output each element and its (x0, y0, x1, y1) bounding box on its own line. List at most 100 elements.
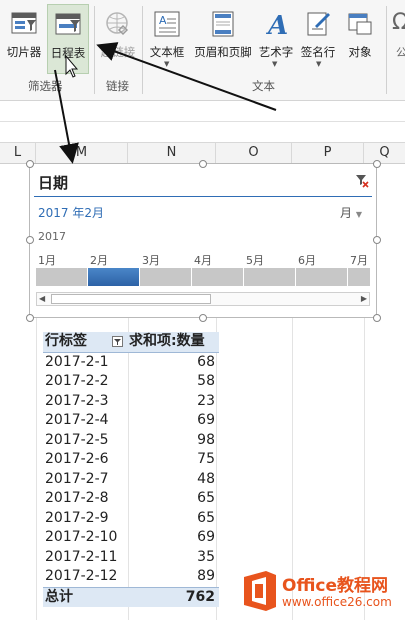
row-date: 2017-2-7 (45, 470, 109, 487)
table-row[interactable]: 2017-2-8 65 (43, 489, 219, 509)
timeline-slicer[interactable]: 日期 2017 年2月 月 ▼ 2017 1月 2月 3月 4月 5月 6月 7… (29, 163, 377, 318)
resize-handle[interactable] (26, 160, 34, 168)
row-date: 2017-2-9 (45, 509, 109, 526)
month-label: 5月 (246, 254, 264, 267)
header-footer-icon (212, 11, 234, 37)
scroll-right-icon[interactable]: ▶ (361, 294, 367, 303)
month-bar-selected[interactable] (88, 268, 139, 286)
hyperlink-label: 超链接 (100, 45, 136, 59)
textbox-icon: A (154, 11, 180, 37)
wordart-button[interactable]: A 艺术字 (256, 4, 296, 64)
timeline-level-dropdown[interactable]: 月 ▼ (340, 204, 362, 221)
resize-handle[interactable] (373, 314, 381, 322)
wordart-icon: A (265, 11, 288, 38)
table-row[interactable]: 2017-2-3 23 (43, 392, 219, 412)
month-bar[interactable] (348, 268, 370, 286)
signature-line-label: 签名行 (300, 45, 336, 59)
slicer-icon (11, 12, 37, 34)
resize-handle[interactable] (373, 160, 381, 168)
pivot-total-row[interactable]: 总计 762 (43, 586, 219, 607)
table-row[interactable]: 2017-2-12 89 (43, 567, 219, 587)
row-date: 2017-2-2 (45, 373, 109, 389)
resize-handle[interactable] (199, 160, 207, 168)
watermark-brand: Office教程网 (282, 576, 389, 596)
timeline-label: 日程表 (50, 46, 86, 60)
total-value: 762 (185, 588, 215, 605)
watermark: Office教程网 www.office26.com (240, 565, 405, 620)
month-label: 4月 (194, 254, 212, 267)
ribbon: 切片器 日程表 超链接 A 文本框 ▼ 页眉和页脚 A 艺术字 ▼ 签名行 ▼ … (0, 0, 405, 101)
column-header-o[interactable]: O (216, 143, 292, 163)
textbox-label: 文本框 (149, 45, 185, 59)
clear-filter-icon[interactable] (355, 174, 369, 188)
row-quantity: 58 (197, 373, 215, 389)
timeline-year-label: 2017 (38, 230, 66, 243)
table-row[interactable]: 2017-2-7 48 (43, 470, 219, 490)
row-date: 2017-2-3 (45, 392, 109, 409)
header-footer-button[interactable]: 页眉和页脚 (190, 4, 256, 64)
month-label: 7月 (350, 254, 368, 267)
signature-line-button[interactable]: 签名行 (297, 4, 339, 64)
timeline-selection-label: 2017 年2月 (38, 206, 104, 220)
textbox-button[interactable]: A 文本框 (145, 4, 189, 64)
group-filter-label: 筛选器 (28, 79, 63, 93)
symbol-label-partial: 公 (396, 46, 405, 59)
watermark-url: www.office26.com (282, 595, 392, 609)
scrollbar-thumb[interactable] (51, 294, 211, 304)
object-button[interactable]: 对象 (340, 4, 380, 64)
row-date: 2017-2-5 (45, 431, 109, 448)
table-row[interactable]: 2017-2-9 65 (43, 509, 219, 529)
group-links-label: 链接 (106, 79, 129, 93)
resize-handle[interactable] (26, 236, 34, 244)
table-row[interactable]: 2017-2-11 35 (43, 548, 219, 568)
pivot-header-row: 行标签 求和项:数量 (43, 332, 219, 353)
row-date: 2017-2-6 (45, 451, 109, 467)
wordart-dropdown-icon[interactable]: ▼ (272, 60, 277, 68)
row-date: 2017-2-10 (45, 529, 118, 545)
table-row[interactable]: 2017-2-1 68 (43, 353, 219, 373)
table-row[interactable]: 2017-2-2 58 (43, 372, 219, 392)
signature-dropdown-icon[interactable]: ▼ (316, 60, 321, 68)
timeline-button[interactable]: 日程表 (47, 4, 89, 74)
row-date: 2017-2-8 (45, 490, 109, 506)
hyperlink-button[interactable]: 超链接 (97, 4, 139, 64)
table-row[interactable]: 2017-2-6 75 (43, 450, 219, 470)
column-header-m[interactable]: M (36, 143, 128, 163)
row-date: 2017-2-4 (45, 412, 109, 428)
timeline-scrollbar[interactable]: ◀ ▶ (36, 292, 370, 306)
resize-handle[interactable] (373, 236, 381, 244)
column-header-q[interactable]: Q (364, 143, 405, 163)
resize-handle[interactable] (26, 314, 34, 322)
row-quantity: 69 (197, 412, 215, 428)
pivot-table: 行标签 求和项:数量 2017-2-1 68 2017-2-2 58 2017-2-… (43, 332, 219, 607)
table-row[interactable]: 2017-2-4 69 (43, 411, 219, 431)
row-date: 2017-2-11 (45, 548, 118, 565)
row-quantity: 48 (197, 470, 215, 487)
row-quantity: 75 (197, 451, 215, 467)
row-date: 2017-2-12 (45, 568, 118, 584)
month-bar[interactable] (244, 268, 295, 286)
row-quantity: 98 (197, 431, 215, 448)
header-footer-label: 页眉和页脚 (194, 45, 252, 59)
chevron-down-icon: ▼ (355, 210, 362, 219)
month-label: 6月 (298, 254, 316, 267)
column-header-p[interactable]: P (292, 143, 364, 163)
month-bar[interactable] (192, 268, 243, 286)
timeline-title: 日期 (38, 174, 69, 192)
month-label: 3月 (142, 254, 160, 267)
symbol-icon[interactable]: Ω (392, 10, 405, 35)
globe-link-icon (106, 12, 129, 36)
resize-handle[interactable] (199, 314, 207, 322)
object-label: 对象 (348, 45, 372, 59)
signature-icon (307, 12, 330, 36)
month-bar[interactable] (140, 268, 191, 286)
table-row[interactable]: 2017-2-5 98 (43, 431, 219, 451)
month-bar[interactable] (36, 268, 87, 286)
month-bar[interactable] (296, 268, 347, 286)
table-row[interactable]: 2017-2-10 69 (43, 528, 219, 548)
wordart-label: 艺术字 (258, 45, 294, 59)
textbox-dropdown-icon[interactable]: ▼ (164, 60, 169, 68)
filter-dropdown-icon[interactable] (112, 336, 123, 347)
scroll-left-icon[interactable]: ◀ (39, 294, 45, 303)
slicer-button[interactable]: 切片器 (2, 4, 46, 64)
